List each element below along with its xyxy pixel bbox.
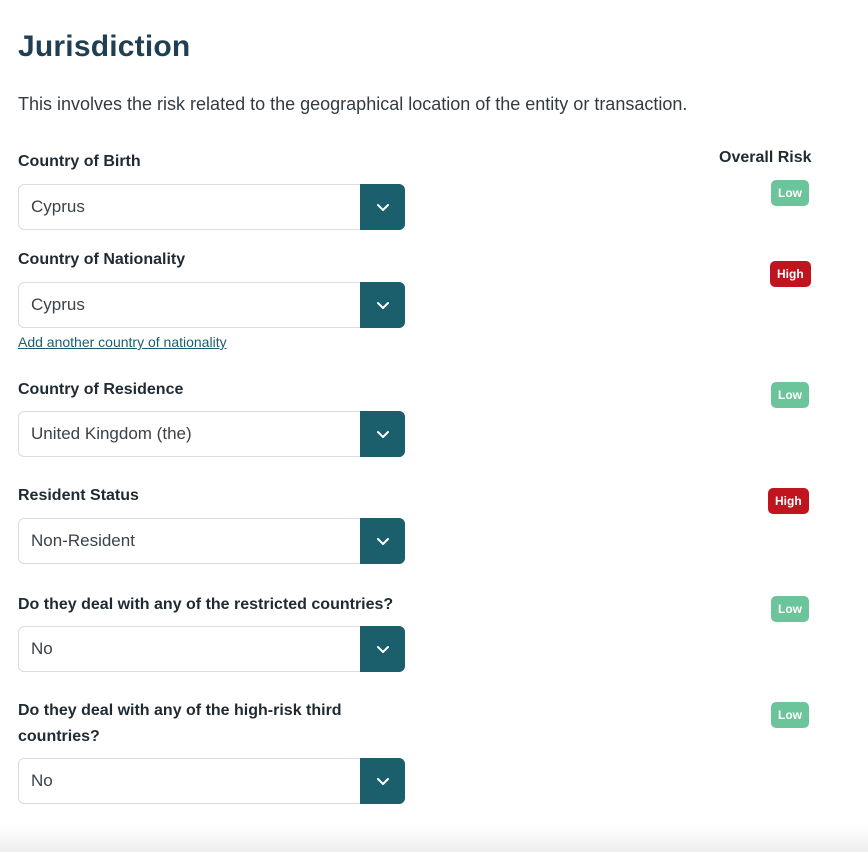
dropdown-toggle[interactable] bbox=[360, 411, 405, 457]
bottom-shadow bbox=[0, 824, 868, 852]
page-title: Jurisdiction bbox=[18, 30, 191, 63]
restricted-countries-select[interactable]: No bbox=[18, 626, 405, 672]
country-of-birth-label: Country of Birth bbox=[18, 153, 141, 170]
chevron-down-icon bbox=[376, 204, 389, 211]
add-nationality-link[interactable]: Add another country of nationality bbox=[18, 334, 227, 350]
country-of-residence-label: Country of Residence bbox=[18, 381, 184, 398]
chevron-down-icon bbox=[376, 431, 389, 438]
country-of-residence-select[interactable]: United Kingdom (the) bbox=[18, 411, 405, 457]
select-value: United Kingdom (the) bbox=[31, 424, 192, 443]
select-value: Cyprus bbox=[31, 295, 85, 314]
country-of-nationality-select[interactable]: Cyprus bbox=[18, 282, 405, 328]
dropdown-toggle[interactable] bbox=[360, 626, 405, 672]
risk-badge-high-risk-third-countries: Low bbox=[771, 702, 809, 728]
restricted-countries-label: Do they deal with any of the restricted … bbox=[18, 596, 394, 613]
chevron-down-icon bbox=[376, 302, 389, 309]
high-risk-third-countries-label: Do they deal with any of the high-risk t… bbox=[18, 702, 342, 745]
high-risk-third-countries-select[interactable]: No bbox=[18, 758, 405, 804]
chevron-down-icon bbox=[376, 778, 389, 785]
risk-badge-country-of-birth: Low bbox=[771, 180, 809, 206]
overall-risk-heading: Overall Risk bbox=[719, 149, 812, 166]
dropdown-toggle[interactable] bbox=[360, 518, 405, 564]
country-of-nationality-label: Country of Nationality bbox=[18, 251, 186, 268]
chevron-down-icon bbox=[376, 646, 389, 653]
page-description: This involves the risk related to the ge… bbox=[18, 94, 688, 114]
risk-badge-country-of-residence: Low bbox=[771, 382, 809, 408]
resident-status-label: Resident Status bbox=[18, 487, 139, 504]
country-of-birth-select[interactable]: Cyprus bbox=[18, 184, 405, 230]
risk-badge-country-of-nationality: High bbox=[770, 261, 811, 287]
risk-badge-resident-status: High bbox=[768, 488, 809, 514]
chevron-down-icon bbox=[376, 538, 389, 545]
dropdown-toggle[interactable] bbox=[360, 184, 405, 230]
select-value: Cyprus bbox=[31, 197, 85, 216]
select-value: Non-Resident bbox=[31, 531, 135, 550]
dropdown-toggle[interactable] bbox=[360, 758, 405, 804]
select-value: No bbox=[31, 771, 53, 790]
risk-badge-restricted-countries: Low bbox=[771, 596, 809, 622]
select-value: No bbox=[31, 639, 53, 658]
resident-status-select[interactable]: Non-Resident bbox=[18, 518, 405, 564]
dropdown-toggle[interactable] bbox=[360, 282, 405, 328]
